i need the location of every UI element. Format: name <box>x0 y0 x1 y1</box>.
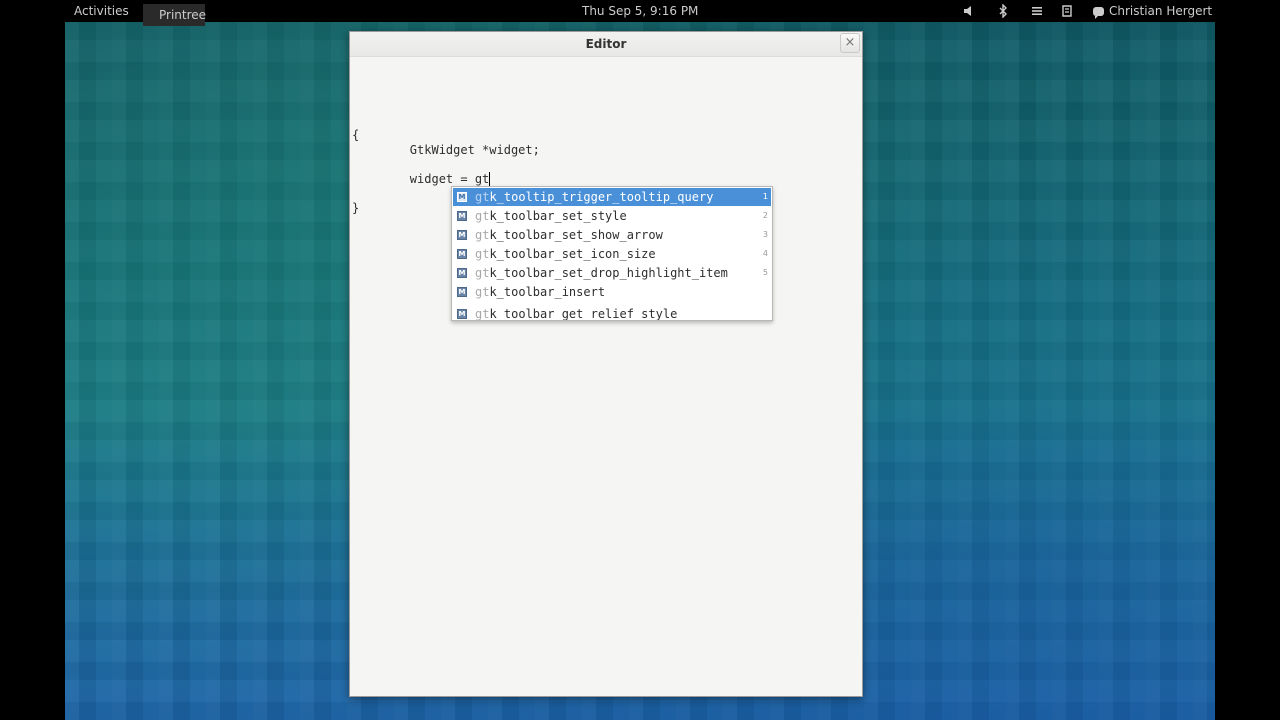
network-icon[interactable] <box>1060 4 1074 18</box>
window-titlebar[interactable]: Editor × <box>350 32 862 57</box>
accessibility-icon[interactable] <box>1030 4 1044 18</box>
completion-prefix: gt <box>475 209 490 223</box>
completion-prefix: gt <box>475 285 490 299</box>
method-icon: M <box>457 192 467 202</box>
completion-label: k_toolbar_set_icon_size <box>489 247 656 261</box>
app-menu-button[interactable]: Printree <box>143 4 207 26</box>
top-bar: Activities Printree Thu Sep 5, 9:16 PM C… <box>0 0 1280 26</box>
method-icon: M <box>457 230 467 240</box>
code-line: } <box>352 201 360 215</box>
window-title: Editor <box>585 37 627 51</box>
completion-item[interactable]: M gtk_tooltip_trigger_tooltip_query 1 <box>453 188 771 206</box>
text-caret <box>489 172 490 187</box>
completion-popup: M gtk_tooltip_trigger_tooltip_query 1 M … <box>451 186 773 321</box>
completion-item[interactable]: M gtk_toolbar_set_style 2 <box>453 207 771 225</box>
close-button[interactable]: × <box>840 33 860 53</box>
method-icon: M <box>457 268 467 278</box>
completion-item[interactable]: M gtk_toolbar_set_icon_size 4 <box>453 245 771 263</box>
editor-window: Editor × { GtkWidget *widget; widget = g… <box>349 31 863 697</box>
completion-item[interactable]: M gtk_toolbar_set_drop_highlight_item 5 <box>453 264 771 282</box>
completion-label: k_toolbar_get_relief_style <box>489 307 678 321</box>
completion-prefix: gt <box>475 307 490 321</box>
completion-label: k_toolbar_set_style <box>489 209 627 223</box>
code-line: GtkWidget *widget; <box>352 143 540 157</box>
completion-prefix: gt <box>475 190 490 204</box>
completion-item[interactable]: M gtk_toolbar_get_relief_style <box>453 305 771 321</box>
volume-icon[interactable] <box>962 4 976 18</box>
method-icon: M <box>457 309 467 319</box>
app-menu-label: Printree <box>159 8 207 22</box>
completion-label: k_toolbar_set_show_arrow <box>489 228 663 242</box>
completion-shortcut: 5 <box>762 268 768 277</box>
chat-icon <box>1093 7 1104 19</box>
user-menu[interactable]: Christian Hergert <box>1093 4 1213 19</box>
completion-item[interactable]: M gtk_toolbar_set_show_arrow 3 <box>453 226 771 244</box>
completion-prefix: gt <box>475 228 490 242</box>
bluetooth-icon[interactable] <box>996 3 1010 19</box>
code-line: { <box>352 128 360 142</box>
code-line: widget = gt <box>352 172 490 186</box>
user-name: Christian Hergert <box>1109 4 1213 18</box>
completion-shortcut: 4 <box>762 249 768 258</box>
completion-shortcut: 1 <box>762 192 768 201</box>
completion-shortcut: 3 <box>762 230 768 239</box>
completion-prefix: gt <box>475 247 490 261</box>
method-icon: M <box>457 249 467 259</box>
completion-shortcut: 2 <box>762 211 768 220</box>
completion-prefix: gt <box>475 266 490 280</box>
completion-label: k_toolbar_set_drop_highlight_item <box>489 266 728 280</box>
method-icon: M <box>457 211 467 221</box>
method-icon: M <box>457 287 467 297</box>
completion-item[interactable]: M gtk_toolbar_insert <box>453 283 771 301</box>
activities-button[interactable]: Activities <box>74 4 129 18</box>
clock[interactable]: Thu Sep 5, 9:16 PM <box>582 4 698 18</box>
completion-label: k_toolbar_insert <box>489 285 606 299</box>
completion-label: k_tooltip_trigger_tooltip_query <box>489 190 714 204</box>
